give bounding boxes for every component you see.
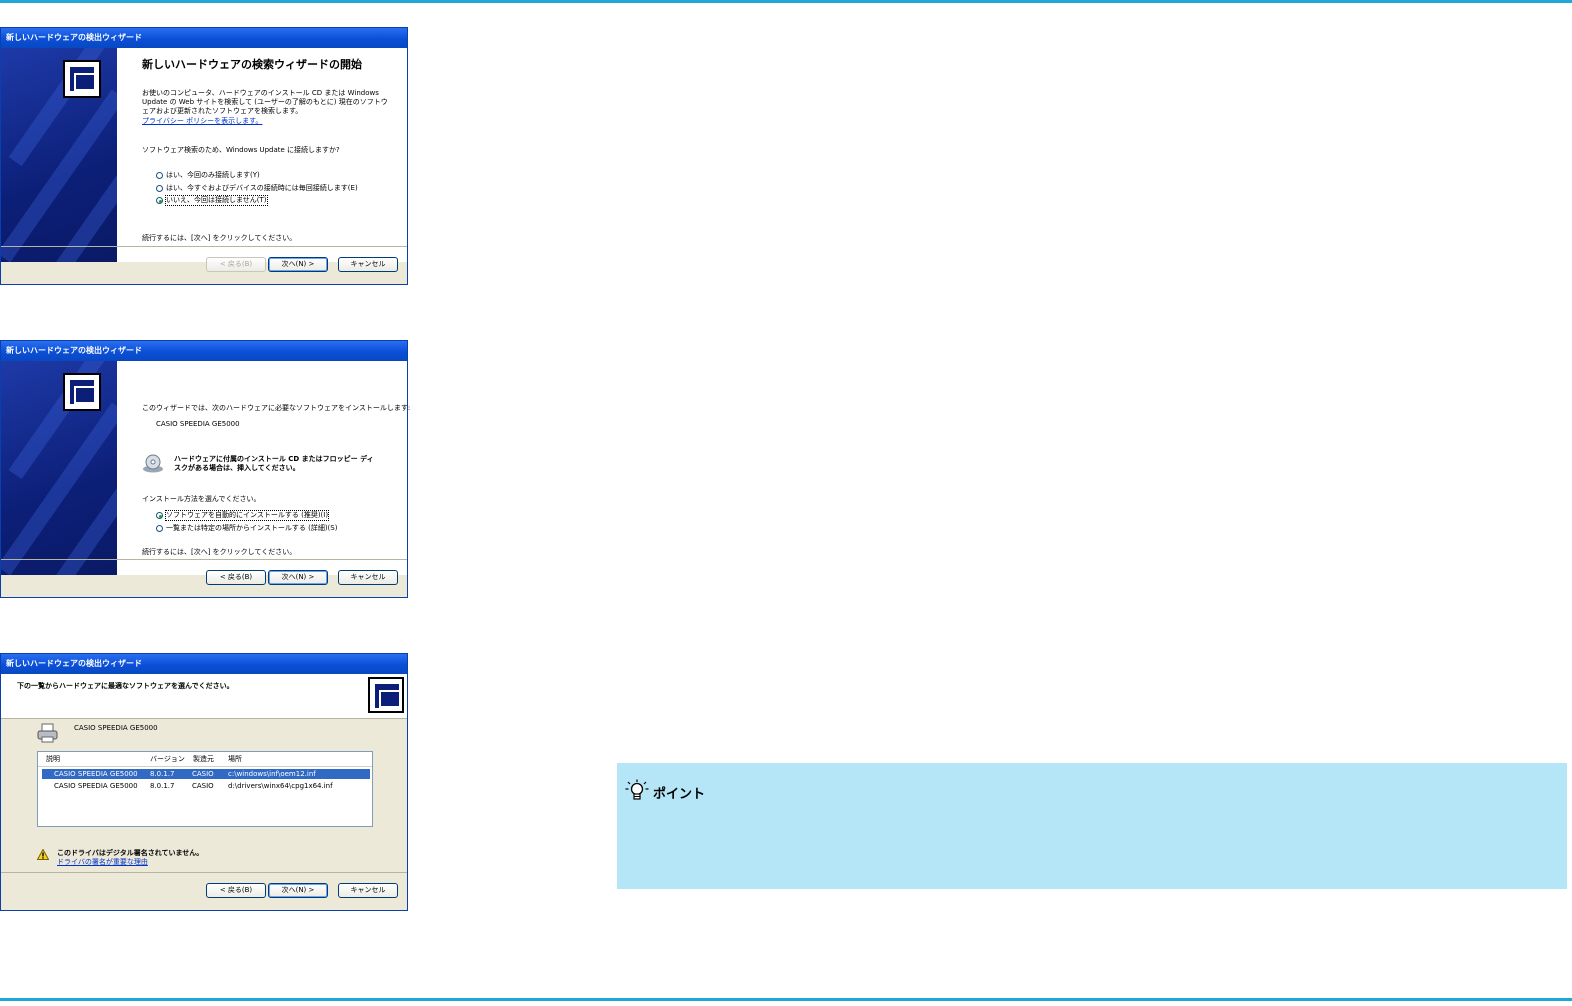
back-button[interactable]: < 戻る(B) [206, 570, 266, 585]
wizard-window-2: 新しいハードウェアの検出ウィザード このウィザードでは、次のハードウェアに必要な… [0, 340, 411, 598]
back-button[interactable]: < 戻る(B) [206, 883, 266, 898]
list-header: 説明 バージョン 製造元 場所 [38, 752, 372, 767]
back-button[interactable]: < 戻る(B) [206, 257, 266, 272]
wizard-side-panel [1, 48, 117, 262]
radio-label[interactable]: はい、今すぐおよびデバイスの接続時には毎回接続します(E) [166, 184, 358, 193]
intro-text: このウィザードでは、次のハードウェアに必要なソフトウェアをインストールします: [142, 404, 411, 412]
lightbulb-icon [625, 779, 649, 800]
bottom-rule [0, 998, 1572, 1001]
wizard-side-panel [1, 361, 117, 575]
cancel-button[interactable]: キャンセル [338, 570, 398, 585]
intro-text: お使いのコンピュータ、ハードウェアのインストール CD または Windows [142, 89, 379, 97]
next-button[interactable]: 次へ(N) > [268, 570, 328, 585]
button-bar: < 戻る(B) 次へ(N) > キャンセル [1, 559, 407, 597]
cancel-button[interactable]: キャンセル [338, 883, 398, 898]
wizard-window-3: 新しいハードウェアの検出ウィザード 下の一覧からハードウェアに最適なソフトウェア… [0, 653, 408, 911]
cancel-button[interactable]: キャンセル [338, 257, 398, 272]
radio-auto-install[interactable] [156, 512, 163, 519]
driver-list[interactable]: 説明 バージョン 製造元 場所 CASIO SPEEDIA GE5000 8.0… [37, 751, 373, 827]
button-bar: < 戻る(B) 次へ(N) > キャンセル [1, 246, 407, 284]
question-text: インストール方法を選んでください。 [142, 495, 261, 503]
wizard-window-1: 新しいハードウェアの検出ウィザード 新しいハードウェアの検索ウィザードの開始 お… [0, 27, 408, 285]
window-title[interactable]: 新しいハードウェアの検出ウィザード [1, 28, 407, 48]
printer-icon [37, 723, 58, 743]
radio-manual-install[interactable] [156, 525, 163, 532]
window-title[interactable]: 新しいハードウェアの検出ウィザード [1, 341, 407, 361]
column-header[interactable]: 説明 [46, 752, 60, 766]
wizard-content: このウィザードでは、次のハードウェアに必要なソフトウェアをインストールします: … [117, 361, 411, 575]
next-button[interactable]: 次へ(N) > [268, 883, 328, 898]
column-header[interactable]: バージョン [150, 752, 185, 766]
radio-label[interactable]: ソフトウェアを自動的にインストールする (推奨)(I) [164, 510, 330, 521]
radio-label[interactable]: いいえ、今回は接続しません(T) [165, 195, 268, 206]
table-row[interactable]: CASIO SPEEDIA GE5000 8.0.1.7 CASIO c:\wi… [42, 769, 370, 779]
continue-text: 続行するには、[次へ] をクリックしてください。 [142, 548, 297, 556]
intro-text: Update の Web サイトを検索して (ユーザーの了解のもとに) 現在のソ… [142, 98, 388, 106]
continue-text: 続行するには、[次へ] をクリックしてください。 [142, 234, 297, 242]
cd-prompt-text: スクがある場合は、挿入してください。 [174, 464, 300, 472]
intro-text: ェアおよび更新されたソフトウェアを検索します。 [142, 107, 303, 115]
hardware-wizard-icon [368, 677, 404, 713]
column-header[interactable]: 製造元 [193, 752, 214, 766]
cd-prompt-text: ハードウェアに付属のインストール CD またはフロッピー ディ [174, 455, 374, 463]
hardware-wizard-icon [63, 60, 101, 98]
top-rule [0, 0, 1572, 3]
signing-reason-link[interactable]: ドライバの署名が重要な理由 [57, 858, 148, 867]
warning-icon [37, 849, 49, 860]
point-title: ポイント [653, 787, 706, 802]
warning-text: このドライバはデジタル署名されていません。 [57, 849, 204, 857]
button-bar: < 戻る(B) 次へ(N) > キャンセル [1, 872, 407, 910]
next-button[interactable]: 次へ(N) > [268, 257, 328, 272]
header-text: 下の一覧からハードウェアに最適なソフトウェアを選んでください。 [17, 682, 234, 690]
radio-no[interactable] [156, 197, 163, 204]
point-box: ポイント [617, 763, 1567, 889]
wizard-content: 新しいハードウェアの検索ウィザードの開始 お使いのコンピュータ、ハードウェアのイ… [117, 48, 407, 262]
wizard-heading: 新しいハードウェアの検索ウィザードの開始 [142, 58, 362, 71]
column-header[interactable]: 場所 [228, 752, 242, 766]
wizard-header: 下の一覧からハードウェアに最適なソフトウェアを選んでください。 [1, 674, 407, 719]
question-text: ソフトウェア検索のため、Windows Update に接続しますか? [142, 146, 340, 154]
radio-yes-always[interactable] [156, 185, 163, 192]
table-row[interactable]: CASIO SPEEDIA GE5000 8.0.1.7 CASIO d:\dr… [42, 781, 370, 791]
cd-drive-icon [143, 454, 163, 473]
radio-label[interactable]: 一覧または特定の場所からインストールする (詳細)(S) [166, 524, 337, 533]
device-name: CASIO SPEEDIA GE5000 [74, 724, 158, 732]
radio-label[interactable]: はい、今回のみ接続します(Y) [166, 171, 260, 180]
privacy-policy-link[interactable]: プライバシー ポリシーを表示します。 [142, 117, 262, 126]
window-title[interactable]: 新しいハードウェアの検出ウィザード [1, 654, 407, 674]
device-name: CASIO SPEEDIA GE5000 [156, 420, 240, 428]
radio-yes-once[interactable] [156, 172, 163, 179]
hardware-wizard-icon [63, 373, 101, 411]
